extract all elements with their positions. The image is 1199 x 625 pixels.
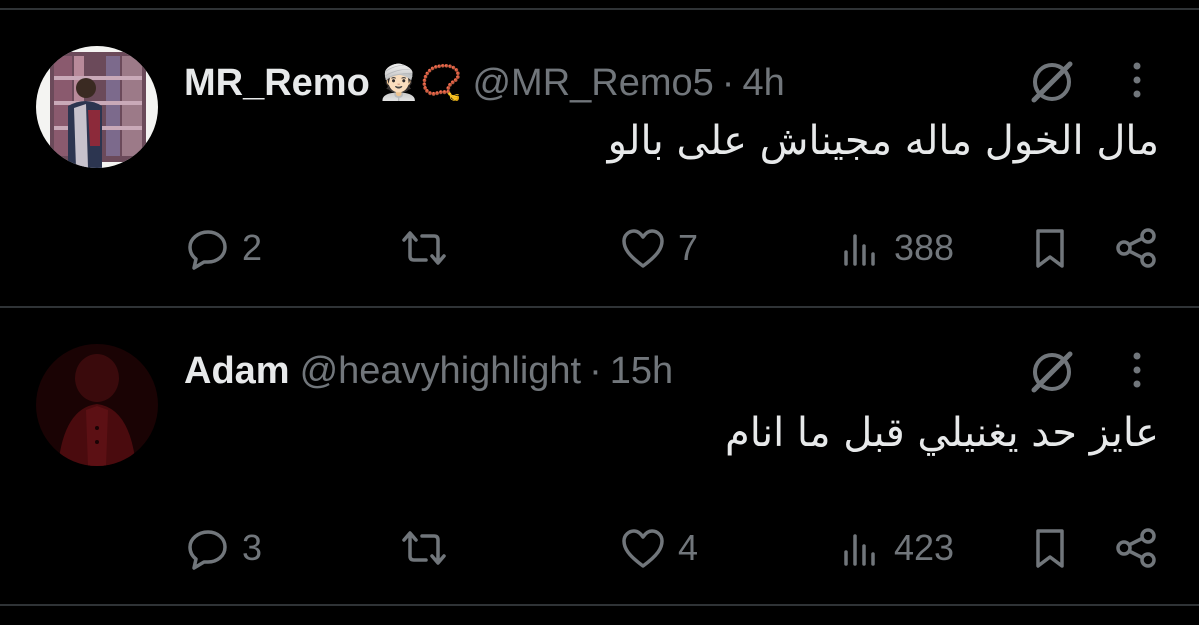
separator: · (721, 61, 735, 104)
grok-icon[interactable] (1024, 54, 1080, 110)
tweet-header: MR_Remo 👳🏻📿 @MR_Remo5 · 4h (184, 58, 785, 108)
handle[interactable]: @MR_Remo5 (472, 62, 713, 105)
share-icon (1116, 528, 1156, 568)
tweet[interactable]: Adam @heavyhighlight · 15h عايز حد يغنيل… (0, 308, 1199, 606)
reply-icon (188, 230, 227, 270)
bookmark-button[interactable] (1030, 526, 1070, 570)
bottom-divider (0, 604, 1199, 606)
grok-icon[interactable] (1024, 344, 1080, 400)
reply-button[interactable]: 3 (186, 526, 262, 570)
share-button[interactable] (1114, 526, 1160, 570)
bookmark-icon (1036, 229, 1064, 268)
handle[interactable]: @heavyhighlight (300, 350, 582, 393)
views-icon (844, 534, 875, 566)
like-icon (622, 229, 664, 268)
views-icon (844, 234, 875, 266)
tweet-header: Adam @heavyhighlight · 15h (184, 346, 673, 396)
more-icon[interactable] (1120, 346, 1154, 396)
retweet-icon (402, 231, 446, 265)
tweet[interactable]: MR_Remo 👳🏻📿 @MR_Remo5 · 4h مال الخول مال… (0, 10, 1199, 308)
views-count: 388 (894, 227, 955, 268)
reply-count: 2 (242, 227, 263, 268)
retweet-button[interactable] (398, 226, 450, 270)
timestamp[interactable]: 4h (742, 62, 784, 105)
avatar[interactable] (36, 46, 158, 168)
reply-count: 3 (242, 527, 263, 568)
retweet-button[interactable] (398, 526, 450, 570)
share-button[interactable] (1114, 226, 1160, 270)
display-name[interactable]: MR_Remo (184, 62, 370, 105)
bookmark-button[interactable] (1030, 226, 1070, 270)
share-icon (1116, 228, 1156, 268)
separator: · (589, 349, 602, 392)
like-button[interactable]: 4 (620, 526, 698, 570)
like-icon (622, 529, 664, 568)
tweet-text: مال الخول ماله مجيناش على بالو (607, 118, 1159, 164)
views-count: 423 (894, 527, 955, 568)
retweet-icon (402, 531, 446, 565)
like-count: 4 (678, 527, 699, 568)
reply-icon (188, 530, 227, 570)
views-button[interactable]: 388 (838, 226, 954, 270)
avatar[interactable] (36, 344, 158, 466)
more-icon[interactable] (1120, 56, 1154, 106)
display-name[interactable]: Adam (184, 350, 290, 393)
name-emojis: 👳🏻📿 (377, 63, 463, 103)
views-button[interactable]: 423 (838, 526, 954, 570)
bookmark-icon (1036, 529, 1064, 568)
timestamp[interactable]: 15h (610, 350, 673, 393)
like-button[interactable]: 7 (620, 226, 698, 270)
reply-button[interactable]: 2 (186, 226, 262, 270)
like-count: 7 (678, 227, 699, 268)
tweet-text: عايز حد يغنيلي قبل ما انام (724, 410, 1159, 456)
